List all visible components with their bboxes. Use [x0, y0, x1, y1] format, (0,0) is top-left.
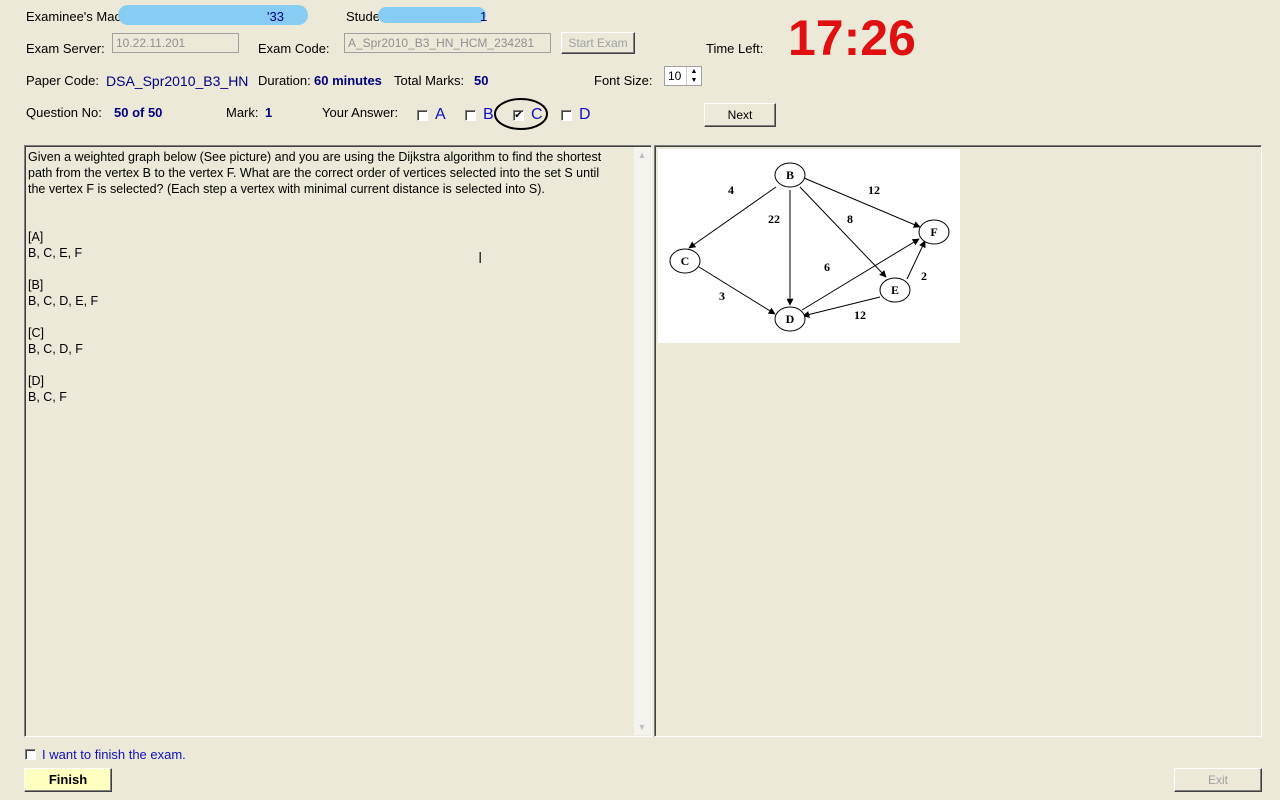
- question-line-1: Given a weighted graph below (See pictur…: [28, 150, 602, 164]
- text-cursor-icon: I: [478, 250, 483, 267]
- spin-up-icon[interactable]: ▲: [686, 67, 701, 76]
- weight-e-f: 2: [921, 269, 927, 283]
- font-size-spinner[interactable]: 10 ▲ ▼: [664, 66, 702, 86]
- node-label-f: F: [930, 225, 937, 239]
- edge-e-d: [802, 296, 881, 318]
- paper-code-value: DSA_Spr2010_B3_HN: [106, 73, 249, 89]
- font-size-value: 10: [668, 69, 682, 83]
- your-answer-label: Your Answer:: [322, 105, 399, 120]
- exam-code-field: A_Spr2010_B3_HN_HCM_234281: [344, 33, 551, 53]
- node-label-c: C: [681, 254, 690, 268]
- answer-text-c: B, C, D, F: [28, 342, 83, 356]
- time-left-value: 17:26: [788, 10, 916, 66]
- answer-tag-b: [B]: [28, 278, 44, 292]
- answer-label-a: A: [435, 106, 446, 123]
- duration-label: Duration:: [258, 73, 311, 88]
- edge-b-e: [799, 186, 887, 278]
- redacted-student-name: [378, 7, 486, 23]
- mark-label: Mark:: [226, 105, 259, 120]
- font-size-label: Font Size:: [594, 73, 653, 88]
- weight-b-f: 12: [868, 183, 880, 197]
- weight-b-d: 22: [768, 212, 780, 226]
- examinee-machine-tail: '33: [267, 9, 284, 24]
- start-exam-button[interactable]: Start Exam: [561, 32, 635, 54]
- question-text: Given a weighted graph below (See pictur…: [28, 149, 634, 405]
- question-scrollbar[interactable]: ▲ ▼: [634, 147, 650, 735]
- exam-server-label: Exam Server:: [26, 41, 105, 56]
- weight-c-d: 3: [719, 289, 725, 303]
- exit-button[interactable]: Exit: [1174, 768, 1262, 792]
- answer-text-b: B, C, D, E, F: [28, 294, 99, 308]
- time-left-label: Time Left:: [706, 41, 764, 56]
- mark-value: 1: [265, 105, 273, 120]
- weight-d-f: 6: [824, 260, 830, 274]
- node-label-d: D: [786, 312, 795, 326]
- weighted-graph: B C D E F 4 22 8 12 3 6 12 2: [669, 162, 950, 332]
- answer-text-d: B, C, F: [28, 390, 67, 404]
- question-line-2: path from the vertex B to the vertex F. …: [28, 166, 600, 180]
- question-pane[interactable]: Given a weighted graph below (See pictur…: [24, 145, 652, 737]
- paper-code-label: Paper Code:: [26, 73, 99, 88]
- hand-drawn-circle-annotation: [494, 98, 548, 130]
- finish-confirm-checkbox[interactable]: [25, 749, 36, 760]
- total-marks-label: Total Marks:: [394, 73, 465, 88]
- scroll-up-icon[interactable]: ▲: [634, 147, 650, 163]
- node-label-b: B: [786, 168, 794, 182]
- finish-confirm-label[interactable]: I want to finish the exam.: [42, 747, 186, 762]
- answer-label-d: D: [579, 106, 591, 123]
- question-no-label: Question No:: [26, 105, 102, 120]
- weight-b-c: 4: [728, 183, 734, 197]
- exam-code-label: Exam Code:: [258, 41, 330, 56]
- duration-value: 60 minutes: [314, 73, 382, 88]
- exam-server-field: 10.22.11.201: [112, 33, 239, 53]
- examinee-machine-label: Examinee's Machi: [26, 9, 132, 24]
- picture-pane: B C D E F 4 22 8 12 3 6 12 2: [654, 145, 1262, 737]
- question-line-3: the vertex F is selected? (Each step a v…: [28, 182, 545, 196]
- question-no-value: 50 of 50: [114, 105, 163, 120]
- graph-picture: B C D E F 4 22 8 12 3 6 12 2: [658, 149, 960, 343]
- student-tail: 1: [480, 9, 488, 24]
- answer-tag-d: [D]: [28, 374, 44, 388]
- answer-text-a: B, C, E, F: [28, 246, 83, 260]
- finish-button[interactable]: Finish: [24, 768, 112, 792]
- answer-tag-c: [C]: [28, 326, 44, 340]
- answer-checkbox-a[interactable]: [417, 110, 428, 121]
- total-marks-value: 50: [474, 73, 489, 88]
- edge-c-d: [698, 266, 776, 315]
- next-button[interactable]: Next: [704, 103, 776, 127]
- weight-b-e: 8: [847, 212, 853, 226]
- answer-checkbox-d[interactable]: [561, 110, 572, 121]
- answer-tag-a: [A]: [28, 230, 44, 244]
- weight-e-d: 12: [854, 308, 866, 322]
- edge-b-f: [803, 177, 921, 228]
- node-label-e: E: [891, 283, 899, 297]
- answer-checkbox-b[interactable]: [465, 110, 476, 121]
- scroll-down-icon[interactable]: ▼: [634, 719, 650, 735]
- spin-down-icon[interactable]: ▼: [686, 76, 701, 85]
